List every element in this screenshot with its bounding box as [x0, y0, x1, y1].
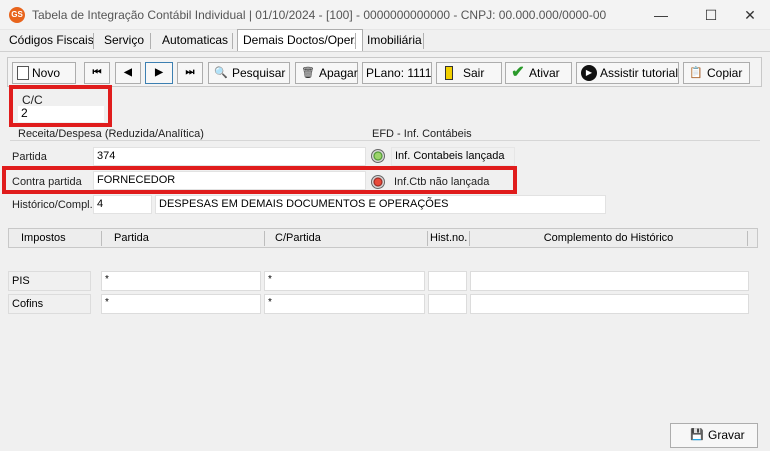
trash-icon: 🗑 [301, 66, 315, 79]
gravar-label: Gravar [708, 428, 745, 442]
efd-label: EFD - Inf. Contábeis [372, 128, 472, 140]
grid-header-cpartida: C/Partida [264, 231, 427, 246]
first-record-button[interactable]: ⏮ [84, 62, 110, 84]
pesquisar-button[interactable]: 🔍 Pesquisar [208, 62, 290, 84]
status-green-icon [371, 149, 385, 163]
toolbar: Novo ⏮ ◀ ▶ ⏭ 🔍 Pesquisar 🗑 Apagar PLano: 1… [7, 57, 762, 87]
window-title: Tabela de Integração Contábil Individual… [32, 8, 607, 22]
pis-hist-cell[interactable] [428, 271, 467, 291]
plano-label: PLano: 1111 [366, 66, 432, 80]
first-icon: ⏮ [92, 67, 102, 78]
tab-separator [423, 33, 424, 49]
tab-separator [232, 33, 233, 49]
next-record-button[interactable]: ▶ [145, 62, 173, 84]
copy-icon: 📋 [689, 66, 703, 79]
apagar-label: Apagar [319, 66, 358, 80]
divider [10, 140, 760, 141]
historico-code-field[interactable]: 4 [93, 195, 152, 214]
last-icon: ⏭ [185, 67, 195, 78]
grid-row-label-pis: PIS [8, 271, 91, 291]
assistir-label: Assistir tutorial [600, 66, 679, 80]
grid-header-partida: Partida [101, 231, 261, 246]
exit-door-icon [445, 65, 453, 80]
app-logo-icon: GS [9, 7, 25, 23]
close-button[interactable]: ✕ [727, 0, 770, 30]
partida-label: Partida [12, 151, 47, 163]
highlight-box [2, 166, 517, 194]
grid-header-hist: Hist.no. [427, 231, 469, 246]
grid-header-impostos: Impostos [21, 232, 66, 244]
assistir-tutorial-button[interactable]: ▶ Assistir tutorial [576, 62, 679, 84]
apagar-button[interactable]: 🗑 Apagar [295, 62, 358, 84]
copiar-button[interactable]: 📋 Copiar [683, 62, 750, 84]
last-record-button[interactable]: ⏭ [177, 62, 203, 84]
tab-imobiliaria[interactable]: Imobiliária [362, 30, 427, 51]
pis-partida-cell[interactable]: * [101, 271, 261, 291]
play-icon: ▶ [581, 64, 597, 81]
tab-bar: Códigos Fiscais Serviço Automaticas Dema… [0, 29, 770, 52]
title-bar: GS Tabela de Integração Contábil Individ… [0, 0, 770, 30]
historico-label: Histórico/Compl. [12, 199, 93, 211]
highlight-box [9, 85, 112, 127]
tab-demais-doctos[interactable]: Demais Doctos/Oper. [237, 29, 364, 52]
plano-button[interactable]: PLano: 1111 [362, 62, 432, 84]
ativar-button[interactable]: ✔ Ativar [505, 62, 572, 84]
save-icon: 💾 [690, 428, 704, 441]
tab-separator [93, 33, 94, 49]
pis-cpartida-cell[interactable]: * [264, 271, 425, 291]
cofins-complemento-cell[interactable] [470, 294, 749, 314]
tab-automaticas[interactable]: Automaticas [157, 30, 233, 51]
prev-icon: ◀ [124, 67, 132, 78]
tab-underline [0, 51, 770, 52]
novo-label: Novo [32, 66, 61, 80]
sair-label: Sair [463, 66, 485, 80]
tab-codigos-fiscais[interactable]: Códigos Fiscais [4, 30, 99, 51]
sair-button[interactable]: Sair [436, 62, 502, 84]
grid-header-complemento: Complemento do Histórico [469, 231, 748, 246]
minimize-button[interactable]: — [638, 0, 684, 30]
novo-button[interactable]: Novo [12, 62, 76, 84]
new-document-icon [17, 65, 29, 80]
search-icon: 🔍 [214, 66, 228, 79]
cofins-partida-cell[interactable]: * [101, 294, 261, 314]
gravar-button[interactable]: 💾 Gravar [670, 423, 758, 448]
pis-complemento-cell[interactable] [470, 271, 749, 291]
cofins-hist-cell[interactable] [428, 294, 467, 314]
cofins-cpartida-cell[interactable]: * [264, 294, 425, 314]
inf-contabeis-status: Inf. Contabeis lançada [391, 147, 515, 166]
copiar-label: Copiar [707, 66, 743, 80]
next-icon: ▶ [155, 67, 163, 78]
ativar-label: Ativar [529, 66, 560, 80]
tab-separator [150, 33, 151, 49]
grid-row-label-cofins: Cofins [8, 294, 91, 314]
checkmark-icon: ✔ [511, 63, 525, 81]
tab-servico[interactable]: Serviço [99, 30, 149, 51]
prev-record-button[interactable]: ◀ [115, 62, 141, 84]
receita-despesa-label: Receita/Despesa (Reduzida/Analítica) [18, 128, 204, 140]
grid-header: Impostos Partida C/Partida Hist.no. Comp… [8, 228, 758, 248]
partida-field[interactable]: 374 [93, 147, 366, 166]
tab-separator [355, 33, 356, 49]
historico-text-field[interactable]: DESPESAS EM DEMAIS DOCUMENTOS E OPERAÇÕE… [155, 195, 606, 214]
pesquisar-label: Pesquisar [232, 66, 286, 80]
